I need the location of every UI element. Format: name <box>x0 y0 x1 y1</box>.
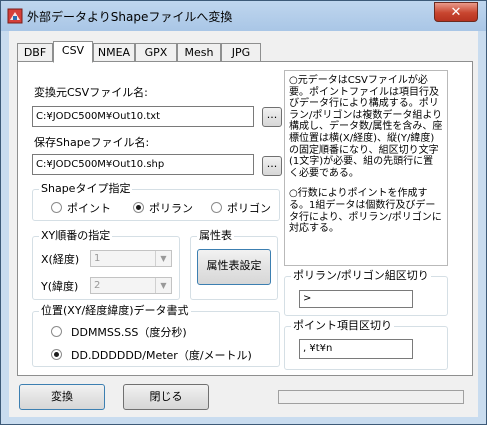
shape-type-title: Shapeタイプ指定 <box>39 182 133 195</box>
coord-format-group: 位置(XY/経度緯度)データ書式 DDMMSS.SS（度分秒) DD.DDDDD… <box>32 305 280 367</box>
tab-gpx[interactable]: GPX <box>135 43 177 61</box>
note-paragraph-1: ○元データはCSVファイルが必要。ポイントファイルは項目行及びデータ行により構成… <box>289 75 443 179</box>
shape-point-label: ポイント <box>67 202 111 215</box>
format-dms-label: DDMMSS.SS（度分秒) <box>71 326 187 339</box>
shape-polyline-radio[interactable] <box>133 202 144 213</box>
shape-point-radio[interactable] <box>51 202 62 213</box>
group-separator-group: ポリラン/ポリゴン組区切り > <box>284 270 448 316</box>
close-window-button[interactable]: ✕ <box>434 2 478 22</box>
usage-note: ○元データはCSVファイルが必要。ポイントファイルは項目行及びデータ行により構成… <box>284 70 448 266</box>
convert-button[interactable]: 変換 <box>19 384 105 410</box>
source-file-input[interactable]: C:¥JODC500M¥Out10.txt <box>32 106 254 127</box>
y-order-value: 2 <box>94 280 101 291</box>
close-icon: ✕ <box>450 5 462 20</box>
title-bar: 外部データよりShapeファイルへ変換 ✕ <box>1 1 486 31</box>
tab-nmea[interactable]: NMEA <box>93 43 135 61</box>
shape-polygon-label: ポリゴン <box>227 202 271 215</box>
tab-dbf[interactable]: DBF <box>17 43 53 61</box>
tab-jpg[interactable]: JPG <box>221 43 261 61</box>
main-window: 外部データよりShapeファイルへ変換 ✕ DBF CSV NMEA GPX M… <box>0 0 487 425</box>
y-order-label: Y(緯度) <box>41 280 79 293</box>
format-decimal-label: DD.DDDDDD/Meter（度/メートル) <box>71 349 252 362</box>
attribute-group: 属性表 属性表設定 <box>190 230 278 300</box>
x-order-value: 1 <box>94 253 101 264</box>
x-order-label: X(経度) <box>41 253 80 266</box>
group-separator-input[interactable]: > <box>299 290 413 308</box>
format-decimal-radio[interactable] <box>51 349 62 360</box>
y-order-select[interactable]: 2 ▼ <box>90 277 172 294</box>
tab-mesh[interactable]: Mesh <box>177 43 221 61</box>
shape-type-group: Shapeタイプ指定 ポイント ポリラン ポリゴン <box>32 183 280 221</box>
chevron-down-icon: ▼ <box>155 251 171 266</box>
app-icon <box>7 8 23 24</box>
xy-order-group: XY順番の指定 X(経度) 1 ▼ Y(緯度) 2 ▼ <box>32 230 180 300</box>
dest-file-input[interactable]: C:¥JODC500M¥Out10.shp <box>32 154 254 175</box>
close-button[interactable]: 閉じる <box>123 384 209 410</box>
dest-browse-button[interactable]: ... <box>262 156 282 176</box>
attribute-settings-button[interactable]: 属性表設定 <box>197 249 271 285</box>
shape-polygon-radio[interactable] <box>211 202 222 213</box>
coord-format-title: 位置(XY/経度緯度)データ書式 <box>39 304 191 317</box>
source-browse-button[interactable]: ... <box>262 107 282 127</box>
xy-order-title: XY順番の指定 <box>39 229 113 242</box>
source-file-label: 変換元CSVファイル名: <box>34 86 148 99</box>
field-separator-input[interactable]: , ¥t¥n <box>299 339 413 359</box>
format-dms-radio[interactable] <box>51 326 62 337</box>
csv-tab-panel: 変換元CSVファイル名: C:¥JODC500M¥Out10.txt ... 保… <box>17 61 473 376</box>
tab-csv[interactable]: CSV <box>53 41 93 63</box>
shape-polyline-label: ポリラン <box>149 202 193 215</box>
chevron-down-icon: ▼ <box>155 278 171 293</box>
group-separator-title: ポリラン/ポリゴン組区切り <box>291 269 431 282</box>
field-separator-group: ポイント項目区切り , ¥t¥n <box>284 320 448 370</box>
x-order-select[interactable]: 1 ▼ <box>90 250 172 267</box>
field-separator-title: ポイント項目区切り <box>291 319 394 332</box>
note-paragraph-2: ○行数によりポイントを作成する。1組データは個数行及びデータ行により、ポリラン/… <box>289 188 442 235</box>
dest-file-label: 保存Shapeファイル名: <box>34 136 150 149</box>
status-bar <box>278 390 464 404</box>
window-title: 外部データよりShapeファイルへ変換 <box>27 10 233 24</box>
attribute-title: 属性表 <box>197 229 234 242</box>
